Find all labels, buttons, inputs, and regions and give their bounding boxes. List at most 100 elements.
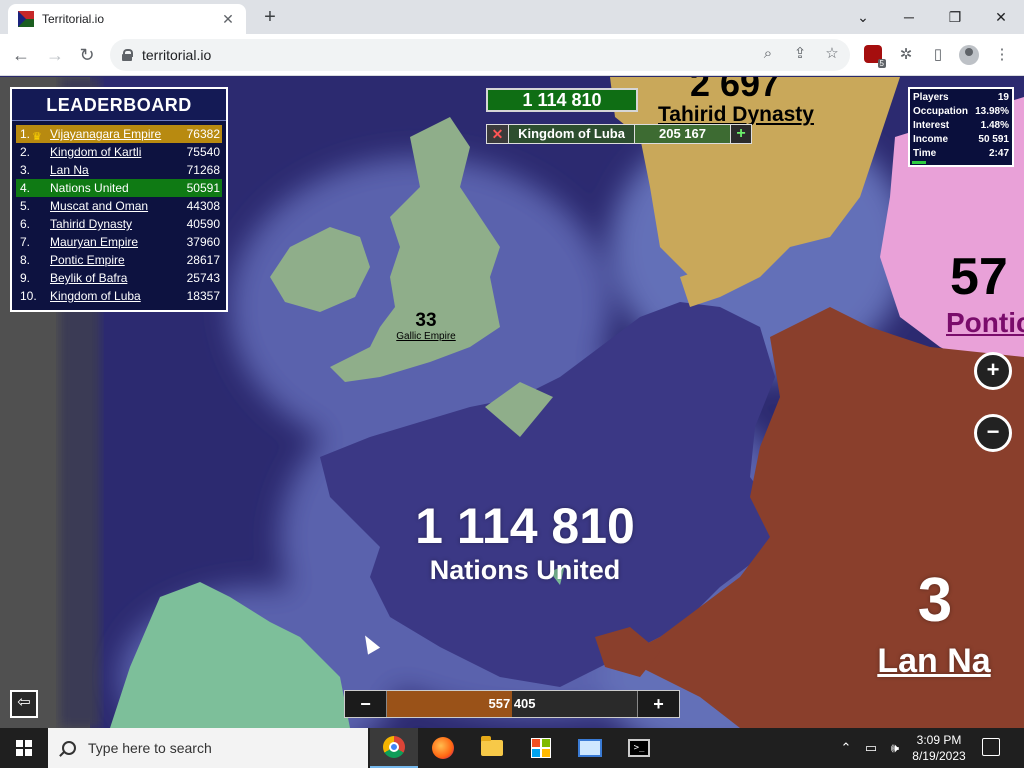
target-name: Kingdom of Luba [509, 125, 635, 143]
taskbar-terminal[interactable]: >_ [615, 728, 663, 768]
stat-row: Interest 1.48% [913, 119, 1009, 133]
lan-na-name: Lan Na [877, 642, 991, 680]
leaderboard-name[interactable]: Kingdom of Luba [50, 287, 141, 305]
extensions-puzzle-icon[interactable]: ✲ [895, 44, 917, 66]
new-tab-button[interactable]: + [258, 6, 282, 30]
start-button[interactable] [0, 728, 48, 768]
bookmark-star-icon[interactable]: ☆ [822, 44, 842, 64]
leaderboard-rank: 5. [20, 199, 31, 213]
leaderboard-name[interactable]: Tahirid Dynasty [50, 215, 132, 233]
taskbar-remote-desktop[interactable] [566, 728, 614, 768]
exit-game-icon[interactable]: ⇦ [10, 690, 38, 718]
stat-label: Occupation [913, 106, 969, 117]
attack-target-bar: ✕ Kingdom of Luba 205 167 + [486, 124, 752, 144]
leaderboard-name[interactable]: Nations United [50, 179, 129, 197]
leaderboard-row[interactable]: 8. Pontic Empire 28617 [16, 251, 222, 269]
profile-avatar[interactable] [959, 45, 979, 65]
leaderboard-row-self[interactable]: 4. Nations United 50591 [16, 179, 222, 197]
leaderboard-name[interactable]: Muscat and Oman [50, 197, 148, 215]
zoom-in-button[interactable]: + [974, 352, 1012, 390]
stat-value: 19 [997, 92, 1009, 103]
troop-slider-track[interactable]: 557 405 [387, 691, 637, 717]
leaderboard-row[interactable]: 6. Tahirid Dynasty 40590 [16, 215, 222, 233]
back-arrow-icon[interactable]: ← [8, 42, 34, 68]
leaderboard-name[interactable]: Mauryan Empire [50, 233, 138, 251]
stat-label: Interest [913, 120, 950, 131]
terminal-icon: >_ [628, 739, 650, 757]
restore-window-button[interactable]: ❐ [932, 0, 978, 34]
extension-badge-count: 5 [877, 59, 886, 68]
browser-tab[interactable]: Territorial.io ✕ [8, 4, 246, 34]
forward-arrow-icon[interactable]: → [42, 42, 68, 68]
menu-kebab-icon[interactable]: ⋮ [991, 44, 1013, 66]
stat-label: Time [913, 148, 937, 159]
leaderboard-score: 18357 [186, 289, 220, 303]
taskbar-file-explorer[interactable] [468, 728, 516, 768]
leaderboard-row[interactable]: 10. Kingdom of Luba 18357 [16, 287, 222, 305]
leaderboard-score: 76382 [186, 127, 220, 141]
taskbar-store[interactable] [517, 728, 565, 768]
leaderboard-row[interactable]: 2. Kingdom of Kartli 75540 [16, 143, 222, 161]
side-panel-icon[interactable]: ▯ [927, 44, 949, 66]
leaderboard-rank: 8. [20, 253, 31, 267]
pontic-count: 57 [950, 248, 1008, 306]
folder-icon [481, 736, 503, 756]
network-icon[interactable]: ▭ [860, 728, 882, 768]
leaderboard-name[interactable]: Vijayanagara Empire [50, 125, 161, 143]
tab-search-chevron-icon[interactable]: ⌄ [840, 0, 886, 34]
cancel-target-button[interactable]: ✕ [487, 125, 509, 143]
stat-value: 50 591 [978, 134, 1009, 145]
close-window-button[interactable]: ✕ [978, 0, 1024, 34]
close-tab-icon[interactable]: ✕ [220, 11, 236, 28]
add-target-button[interactable]: + [731, 125, 751, 143]
minimize-window-button[interactable]: ─ [886, 0, 932, 34]
zoom-out-button[interactable]: − [974, 414, 1012, 452]
leaderboard-score: 50591 [186, 181, 220, 195]
leaderboard-rank: 6. [20, 217, 31, 231]
leaderboard-name[interactable]: Pontic Empire [50, 251, 125, 269]
leaderboard-row[interactable]: 3. Lan Na 71268 [16, 161, 222, 179]
leaderboard-name[interactable]: Beylik of Bafra [50, 269, 127, 287]
stat-value: 1.48% [980, 120, 1009, 131]
windows-taskbar: Type here to search >_ ⌃ ▭ 🕪 3:09 PM 8/1… [0, 728, 1024, 768]
territorial-favicon-icon [18, 11, 34, 27]
search-placeholder: Type here to search [88, 740, 212, 756]
leaderboard-rank: 3. [20, 163, 31, 177]
troop-value-b: 405 [513, 696, 536, 711]
leaderboard-row[interactable]: 1. ♛ Vijayanagara Empire 76382 [16, 125, 222, 143]
troop-slider-label: 557 405 [387, 691, 637, 717]
leaderboard-row[interactable]: 7. Mauryan Empire 37960 [16, 233, 222, 251]
leaderboard-name[interactable]: Lan Na [50, 161, 89, 179]
leaderboard-row[interactable]: 9. Beylik of Bafra 25743 [16, 269, 222, 287]
volume-icon[interactable]: 🕪 [884, 728, 906, 768]
address-bar[interactable]: territorial.io [110, 39, 850, 71]
gallic-name: Gallic Empire [396, 331, 456, 342]
show-hidden-icons-chevron-icon[interactable]: ⌃ [836, 728, 856, 768]
occupation-progress-bar [912, 161, 927, 164]
taskbar-clock[interactable]: 3:09 PM 8/19/2023 [908, 732, 970, 764]
taskbar-search-box[interactable]: Type here to search [48, 728, 368, 768]
player-nation-name: Nations United [429, 555, 621, 585]
reload-icon[interactable]: ↻ [74, 42, 100, 68]
stat-row: Time 2:47 [913, 147, 1009, 161]
stat-label: Players [913, 92, 949, 103]
leaderboard-score: 75540 [186, 145, 220, 159]
leaderboard-rank: 9. [20, 271, 31, 285]
taskbar-chrome[interactable] [370, 728, 418, 768]
increase-troops-button[interactable]: + [637, 691, 679, 717]
ublock-extension-icon[interactable]: 5 [864, 45, 886, 68]
tahirid-count: 2 697 [689, 77, 781, 104]
troop-percentage-slider[interactable]: − 557 405 + [344, 690, 680, 718]
zoom-search-icon[interactable]: ⌕ [758, 44, 778, 64]
decrease-troops-button[interactable]: − [345, 691, 387, 717]
player-troop-count: 1 114 810 [415, 498, 635, 554]
share-icon[interactable]: ⇪ [790, 44, 810, 64]
notifications-icon[interactable] [982, 738, 1000, 756]
lock-icon[interactable] [122, 49, 133, 61]
taskbar-firefox[interactable] [419, 728, 467, 768]
leaderboard-score: 44308 [186, 199, 220, 213]
leaderboard-rank: 4. [20, 181, 31, 195]
leaderboard-name[interactable]: Kingdom of Kartli [50, 143, 141, 161]
game-canvas[interactable]: 2 697 Tahirid Dynasty 33 Gallic Empire 5… [0, 77, 1024, 728]
leaderboard-row[interactable]: 5. Muscat and Oman 44308 [16, 197, 222, 215]
